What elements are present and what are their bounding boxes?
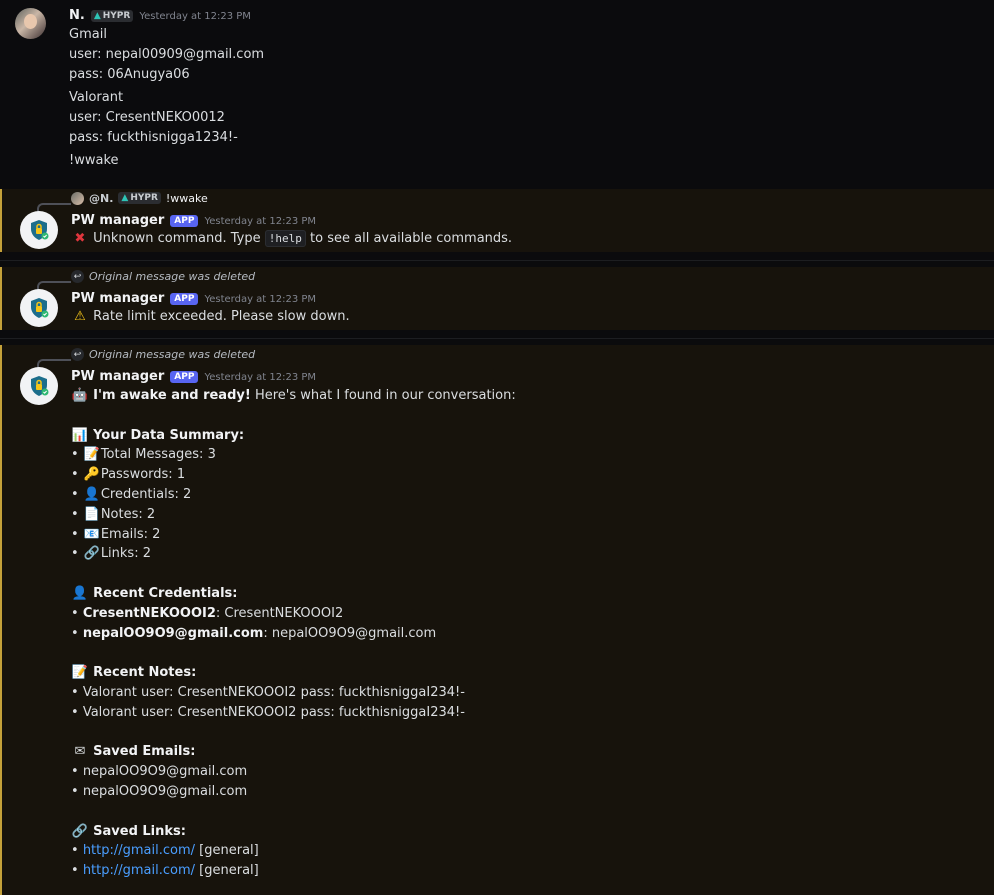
reply-avatar [71, 192, 84, 205]
envelope-icon: 📧 [83, 527, 100, 542]
section-heading: 📊 Your Data Summary: [71, 428, 245, 443]
url-link[interactable]: http://gmail.com/ [83, 843, 195, 858]
message-line: !wwake [69, 153, 119, 168]
page-icon: 📄 [83, 507, 100, 522]
author-name[interactable]: N. [69, 8, 85, 23]
memo-icon: 📝 [83, 447, 100, 462]
key-icon: 🔑 [83, 467, 100, 482]
memo-icon: 📝 [71, 665, 89, 680]
intro-line: 🤖 I'm awake and ready! Here's what I fou… [71, 388, 516, 403]
list-item: • Valorant user: CresentNEKOOOI2 pass: f… [71, 705, 465, 720]
divider [0, 260, 994, 261]
app-badge: APP [170, 215, 199, 227]
author-name[interactable]: PW manager [71, 369, 164, 384]
list-item: • nepalOO9O9@gmail.com: nepalOO9O9@gmail… [71, 626, 437, 641]
list-item: • 📄Notes: 2 [71, 507, 156, 522]
droplet-icon: ▲ [121, 192, 129, 203]
bot-avatar[interactable] [20, 211, 58, 249]
message-line: user: CresentNEKO0012 [69, 110, 225, 125]
message-content: ✖ Unknown command. Type !help to see all… [71, 230, 512, 247]
warning-icon: ⚠ [74, 309, 86, 324]
server-tag[interactable]: ▲ HYPR [90, 10, 134, 22]
list-item: • CresentNEKOOOI2: CresentNEKOOOI2 [71, 606, 344, 621]
section-heading: 👤 Recent Credentials: [71, 586, 238, 601]
message-line: Valorant [69, 90, 124, 105]
reply-arrow-icon: ↩ [71, 348, 84, 361]
section-heading: ✉ Saved Emails: [71, 744, 196, 759]
message-bot-summary: ↩ Original message was deleted PW manage… [0, 345, 994, 895]
author-name[interactable]: PW manager [71, 291, 164, 306]
message-bot-unknown-command: @N. ▲ HYPR !wwake PW manager APP Yesterda… [0, 189, 994, 252]
list-item: • http://gmail.com/ [general] [71, 843, 259, 858]
message-line: pass: 06Anugya06 [69, 67, 190, 82]
timestamp: Yesterday at 12:23 PM [139, 11, 251, 22]
envelope-icon: ✉ [74, 744, 86, 759]
list-item: • 🔑Passwords: 1 [71, 467, 186, 482]
bot-avatar[interactable] [20, 289, 58, 327]
reply-reference[interactable]: @N. ▲ HYPR !wwake [71, 191, 208, 205]
bar-chart-icon: 📊 [71, 428, 89, 443]
reply-arrow-icon: ↩ [71, 270, 84, 283]
list-item: • nepalOO9O9@gmail.com [71, 764, 248, 779]
message-line: Gmail [69, 27, 107, 42]
deleted-notice: Original message was deleted [89, 270, 256, 283]
droplet-icon: ▲ [93, 11, 101, 21]
message-line: user: nepal00909@gmail.com [69, 47, 265, 62]
author-name[interactable]: PW manager [71, 213, 164, 228]
bot-avatar[interactable] [20, 367, 58, 405]
timestamp: Yesterday at 12:23 PM [204, 294, 317, 305]
app-badge: APP [170, 371, 199, 383]
shield-lock-icon [31, 298, 49, 318]
message-content: ⚠ Rate limit exceeded. Please slow down. [71, 309, 349, 324]
link-icon: 🔗 [71, 824, 89, 839]
link-icon: 🔗 [83, 546, 100, 561]
message-line: pass: fuckthisnigga1234!- [69, 130, 238, 145]
list-item: • 👤Credentials: 2 [71, 487, 192, 502]
list-item: • Valorant user: CresentNEKOOOI2 pass: f… [71, 685, 465, 700]
command-code: !help [264, 230, 306, 247]
reply-text: !wwake [165, 192, 208, 205]
reply-author: @N. [89, 192, 114, 205]
timestamp: Yesterday at 12:23 PM [204, 372, 317, 383]
cross-mark-icon: ✖ [74, 231, 86, 246]
server-tag: ▲ HYPR [118, 191, 161, 204]
reply-reference: ↩ Original message was deleted [71, 348, 255, 361]
app-badge: APP [170, 293, 199, 305]
deleted-notice: Original message was deleted [89, 348, 256, 361]
shield-lock-icon [31, 376, 49, 396]
list-item: • 📧Emails: 2 [71, 527, 161, 542]
reply-reference: ↩ Original message was deleted [71, 270, 255, 283]
section-heading: 📝 Recent Notes: [71, 665, 197, 680]
person-icon: 👤 [83, 487, 100, 502]
user-avatar[interactable] [15, 8, 46, 39]
url-link[interactable]: http://gmail.com/ [83, 863, 195, 878]
message-bot-rate-limit: ↩ Original message was deleted PW manage… [0, 267, 994, 330]
divider [0, 338, 994, 339]
list-item: • 📝Total Messages: 3 [71, 447, 216, 462]
list-item: • 🔗Links: 2 [71, 546, 151, 561]
list-item: • http://gmail.com/ [general] [71, 863, 259, 878]
robot-icon: 🤖 [71, 388, 89, 403]
section-heading: 🔗 Saved Links: [71, 824, 186, 839]
shield-lock-icon [31, 220, 49, 240]
message-user: N. ▲ HYPR Yesterday at 12:23 PM Gmail use… [0, 0, 994, 188]
person-icon: 👤 [71, 586, 89, 601]
timestamp: Yesterday at 12:23 PM [204, 216, 317, 227]
list-item: • nepalOO9O9@gmail.com [71, 784, 248, 799]
